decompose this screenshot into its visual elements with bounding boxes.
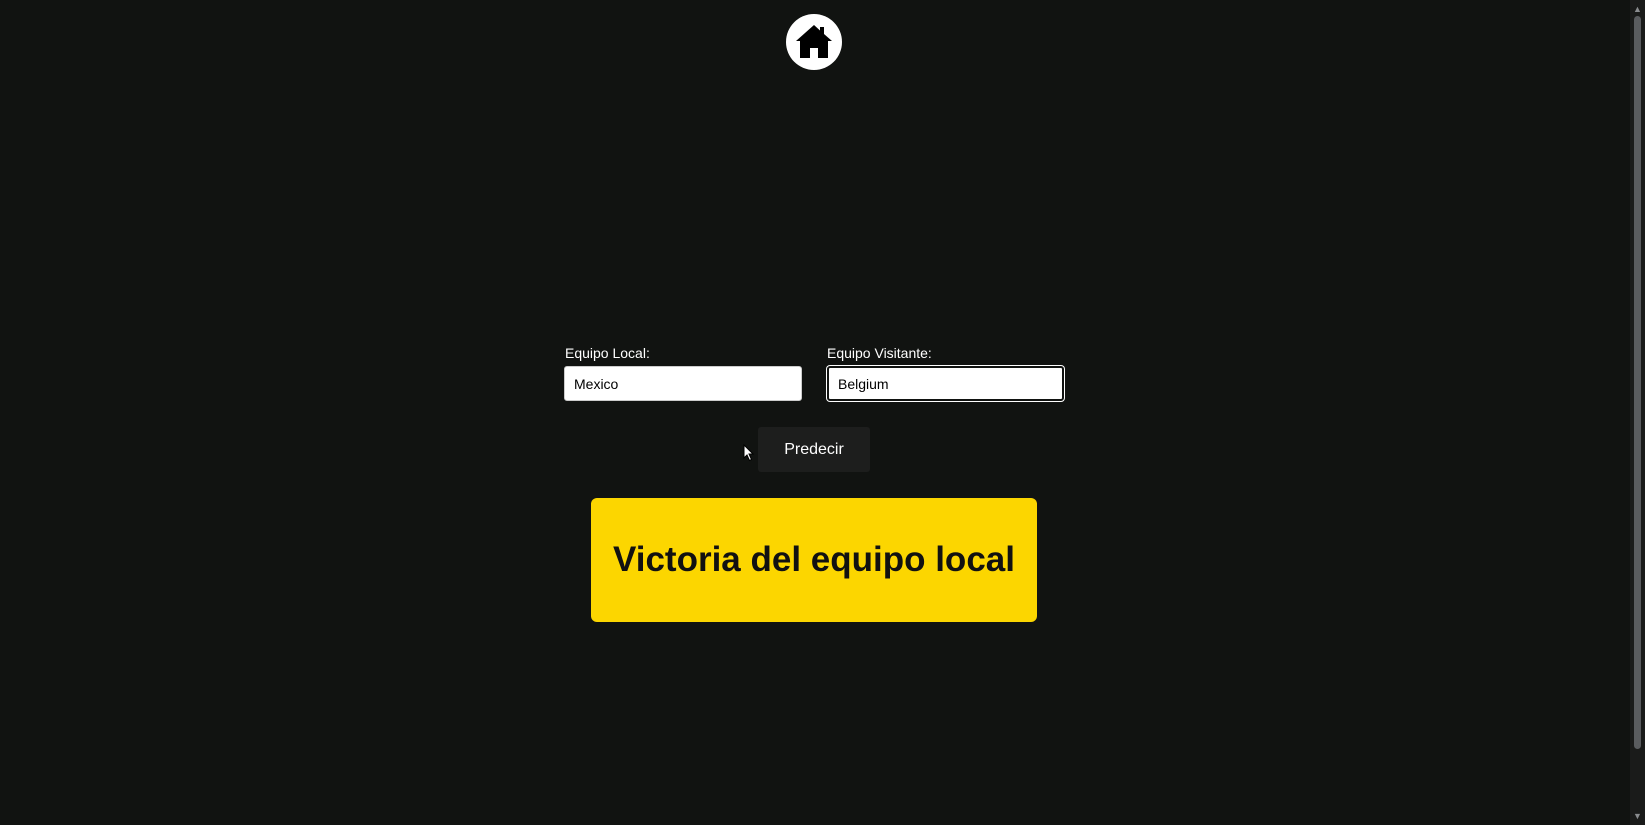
visitor-team-input[interactable] bbox=[827, 366, 1064, 401]
home-button[interactable] bbox=[786, 14, 842, 70]
page: Equipo Local: Equipo Visitante: Predecir… bbox=[0, 0, 1645, 825]
mouse-cursor-icon bbox=[743, 444, 755, 462]
result-text: Victoria del equipo local bbox=[613, 540, 1015, 579]
scroll-thumb[interactable] bbox=[1634, 16, 1641, 749]
result-banner: Victoria del equipo local bbox=[591, 498, 1037, 622]
scroll-down-icon[interactable]: ▼ bbox=[1630, 809, 1645, 823]
home-icon bbox=[796, 25, 832, 58]
visitor-team-label: Equipo Visitante: bbox=[827, 345, 932, 361]
local-team-input[interactable] bbox=[564, 366, 802, 401]
scroll-up-icon[interactable]: ▲ bbox=[1630, 2, 1645, 16]
vertical-scrollbar[interactable]: ▲ ▼ bbox=[1630, 0, 1645, 825]
predict-button[interactable]: Predecir bbox=[758, 427, 870, 472]
local-team-label: Equipo Local: bbox=[565, 345, 650, 361]
